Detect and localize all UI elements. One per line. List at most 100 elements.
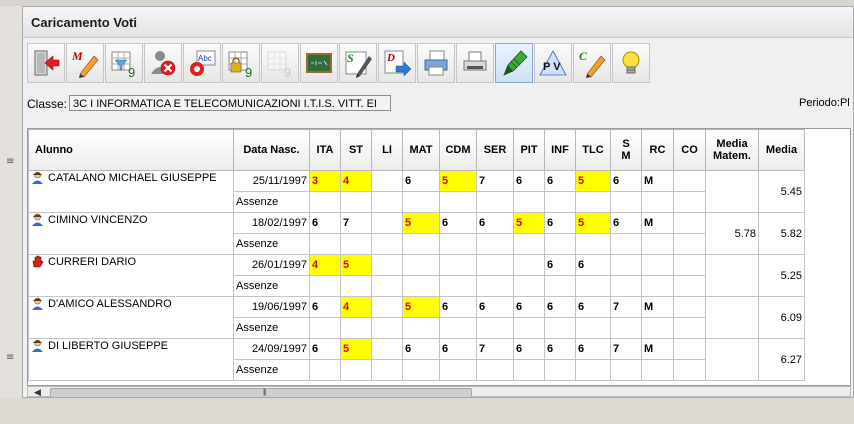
absence-cell[interactable] bbox=[610, 233, 642, 255]
absence-cell[interactable] bbox=[513, 275, 545, 297]
header-st[interactable]: ST bbox=[340, 129, 372, 171]
absence-cell[interactable] bbox=[371, 359, 403, 381]
vote-cell[interactable]: 6 bbox=[439, 338, 477, 360]
vote-cell[interactable]: 6 bbox=[476, 212, 514, 234]
vote-cell[interactable]: 6 bbox=[309, 296, 341, 318]
vote-cell[interactable]: 6 bbox=[610, 170, 642, 192]
absence-cell[interactable] bbox=[371, 317, 403, 339]
print-preview-button[interactable] bbox=[456, 43, 494, 83]
vote-cell[interactable] bbox=[673, 170, 706, 192]
absence-cell[interactable] bbox=[575, 275, 611, 297]
student-name-cell[interactable]: DI LIBERTO GIUSEPPE bbox=[28, 338, 234, 381]
absence-cell[interactable] bbox=[610, 317, 642, 339]
student-name-cell[interactable]: CIMINO VINCENZO bbox=[28, 212, 234, 255]
vote-cell[interactable]: 6 bbox=[439, 212, 477, 234]
vote-cell[interactable]: 6 bbox=[309, 338, 341, 360]
left-splitter[interactable]: ≡ ≡ bbox=[0, 6, 23, 398]
absence-cell[interactable] bbox=[340, 233, 372, 255]
absence-cell[interactable] bbox=[309, 275, 341, 297]
absence-cell[interactable] bbox=[544, 275, 576, 297]
spellcheck-button[interactable]: Abc bbox=[183, 43, 221, 83]
absence-cell[interactable] bbox=[309, 359, 341, 381]
print-button[interactable] bbox=[417, 43, 455, 83]
header-rc[interactable]: RC bbox=[641, 129, 674, 171]
vote-cell[interactable]: 5 bbox=[513, 212, 545, 234]
document-d-button[interactable]: D bbox=[378, 43, 416, 83]
vote-cell[interactable]: 5 bbox=[402, 212, 440, 234]
header-co[interactable]: CO bbox=[673, 129, 706, 171]
filter-grid-button[interactable]: 9 bbox=[105, 43, 143, 83]
vote-cell[interactable]: 5 bbox=[402, 296, 440, 318]
header-sm[interactable]: S M bbox=[610, 129, 642, 171]
vote-cell[interactable]: 6 bbox=[402, 338, 440, 360]
vote-cell[interactable] bbox=[402, 254, 440, 276]
vote-cell[interactable] bbox=[513, 254, 545, 276]
absence-cell[interactable] bbox=[439, 233, 477, 255]
absence-cell[interactable] bbox=[544, 191, 576, 213]
header-tlc[interactable]: TLC bbox=[575, 129, 611, 171]
vote-cell[interactable] bbox=[673, 254, 706, 276]
vote-cell[interactable] bbox=[371, 254, 403, 276]
vote-cell[interactable]: 5 bbox=[340, 254, 372, 276]
vote-cell[interactable] bbox=[371, 296, 403, 318]
absence-cell[interactable] bbox=[610, 359, 642, 381]
hint-button[interactable] bbox=[612, 43, 650, 83]
vote-cell[interactable]: 6 bbox=[513, 338, 545, 360]
absence-cell[interactable] bbox=[371, 191, 403, 213]
header-li[interactable]: LI bbox=[371, 129, 403, 171]
absence-cell[interactable] bbox=[340, 275, 372, 297]
vote-cell[interactable]: 7 bbox=[340, 212, 372, 234]
absence-cell[interactable] bbox=[439, 191, 477, 213]
absence-cell[interactable] bbox=[513, 359, 545, 381]
header-media-matem[interactable]: Media Matem. bbox=[705, 129, 759, 171]
absence-cell[interactable] bbox=[476, 233, 514, 255]
vote-cell[interactable] bbox=[371, 170, 403, 192]
delete-student-button[interactable] bbox=[144, 43, 182, 83]
edit-m-button[interactable]: M bbox=[66, 43, 104, 83]
vote-cell[interactable] bbox=[673, 296, 706, 318]
lock-grid-button[interactable]: 9 bbox=[222, 43, 260, 83]
absence-cell[interactable] bbox=[476, 359, 514, 381]
edit-s-button[interactable]: S bbox=[339, 43, 377, 83]
absence-cell[interactable] bbox=[309, 191, 341, 213]
green-pen-button[interactable] bbox=[495, 43, 533, 83]
exit-button[interactable] bbox=[27, 43, 65, 83]
vote-cell[interactable]: 4 bbox=[340, 296, 372, 318]
absence-cell[interactable] bbox=[309, 233, 341, 255]
absence-cell[interactable] bbox=[513, 233, 545, 255]
vote-cell[interactable]: 3 bbox=[309, 170, 341, 192]
header-ita[interactable]: ITA bbox=[309, 129, 341, 171]
absence-cell[interactable] bbox=[641, 233, 674, 255]
student-name-cell[interactable]: CATALANO MICHAEL GIUSEPPE bbox=[28, 170, 234, 213]
vote-cell[interactable] bbox=[673, 212, 706, 234]
vote-cell[interactable]: 6 bbox=[439, 296, 477, 318]
vote-cell[interactable]: 6 bbox=[513, 296, 545, 318]
absence-cell[interactable] bbox=[476, 317, 514, 339]
vote-cell[interactable]: 5 bbox=[340, 338, 372, 360]
header-data-nasc[interactable]: Data Nasc. bbox=[233, 129, 310, 171]
absence-cell[interactable] bbox=[513, 317, 545, 339]
absence-cell[interactable] bbox=[371, 275, 403, 297]
vote-cell[interactable]: 5 bbox=[439, 170, 477, 192]
scrollbar-thumb[interactable]: ||| bbox=[50, 388, 472, 398]
absence-cell[interactable] bbox=[513, 191, 545, 213]
pv-button[interactable]: P V bbox=[534, 43, 572, 83]
student-row[interactable]: CATALANO MICHAEL GIUSEPPE 25/11/1997 3 4 6 5 7… bbox=[28, 170, 805, 213]
vote-cell[interactable]: 4 bbox=[309, 254, 341, 276]
absence-cell[interactable] bbox=[439, 317, 477, 339]
student-row[interactable]: DI LIBERTO GIUSEPPE 24/09/1997 6 5 6 6 7 6 6 6 7 M 6… bbox=[28, 338, 805, 381]
vote-cell[interactable] bbox=[673, 338, 706, 360]
header-ser[interactable]: SER bbox=[476, 129, 514, 171]
absence-cell[interactable] bbox=[402, 275, 440, 297]
vote-cell[interactable] bbox=[371, 212, 403, 234]
vote-cell[interactable]: 6 bbox=[575, 338, 611, 360]
header-cdm[interactable]: CDM bbox=[439, 129, 477, 171]
vote-cell[interactable]: M bbox=[641, 170, 674, 192]
absence-cell[interactable] bbox=[402, 191, 440, 213]
absence-cell[interactable] bbox=[575, 317, 611, 339]
scroll-left-arrow-icon[interactable]: ◀ bbox=[34, 387, 41, 398]
absence-cell[interactable] bbox=[544, 233, 576, 255]
vote-cell[interactable]: 6 bbox=[402, 170, 440, 192]
student-name-cell[interactable]: D'AMICO ALESSANDRO bbox=[28, 296, 234, 339]
vote-cell[interactable]: 6 bbox=[544, 296, 576, 318]
